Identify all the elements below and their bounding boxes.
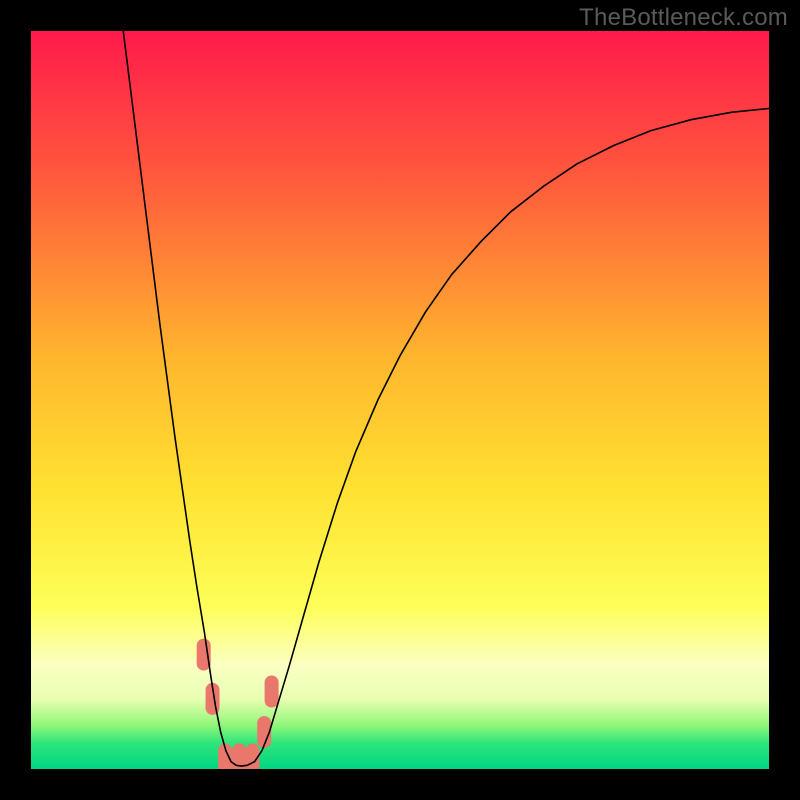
watermark-text: TheBottleneck.com <box>579 4 788 32</box>
chart-svg <box>31 31 769 769</box>
plot-area <box>31 31 769 769</box>
gradient-background <box>31 31 769 769</box>
highlight-marker <box>265 676 279 708</box>
chart-frame: TheBottleneck.com <box>0 0 800 800</box>
